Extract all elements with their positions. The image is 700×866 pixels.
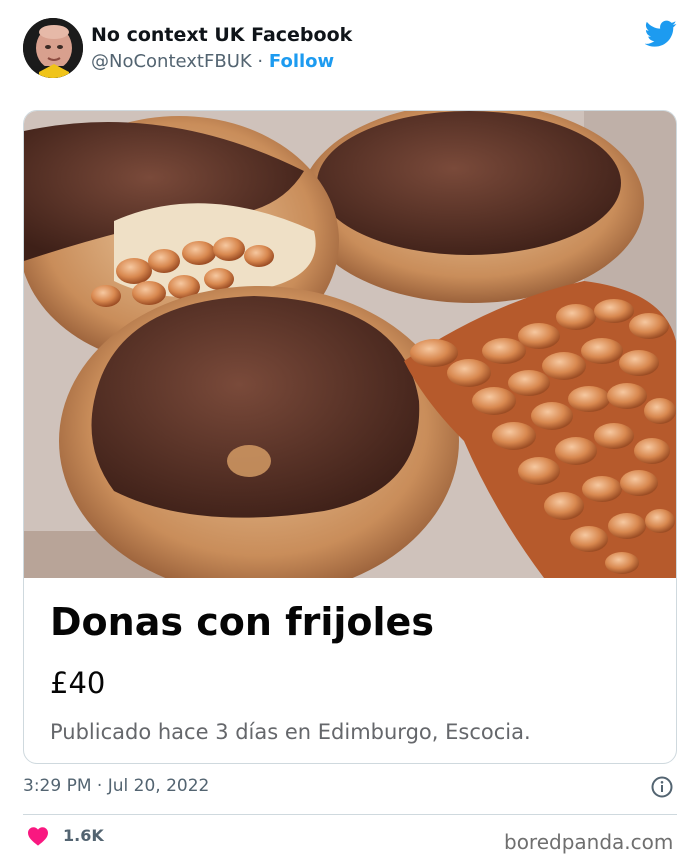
like-count[interactable]: 1.6K [63, 826, 104, 845]
info-icon[interactable] [651, 776, 673, 798]
heart-icon[interactable] [27, 826, 49, 846]
listing-card[interactable]: Donas con frijoles £40 Publicado hace 3 … [23, 110, 677, 764]
watermark: boredpanda.com [504, 830, 674, 854]
avatar[interactable] [23, 18, 83, 78]
listing-title: Donas con frijoles [50, 600, 434, 644]
handle-row: @NoContextFBUK · Follow [91, 51, 334, 72]
follow-button[interactable]: Follow [269, 51, 334, 72]
divider [23, 814, 677, 815]
user-handle[interactable]: @NoContextFBUK [91, 51, 252, 72]
tweet-timestamp[interactable]: 3:29 PM · Jul 20, 2022 [23, 776, 209, 796]
listing-price: £40 [50, 666, 106, 700]
listing-meta: Publicado hace 3 días en Edimburgo, Esco… [50, 720, 531, 744]
donut-beans-photo [24, 111, 676, 578]
twitter-bird-icon[interactable] [645, 20, 677, 48]
display-name[interactable]: No context UK Facebook [91, 24, 352, 46]
avatar-image [23, 18, 83, 78]
separator: · [257, 51, 264, 72]
